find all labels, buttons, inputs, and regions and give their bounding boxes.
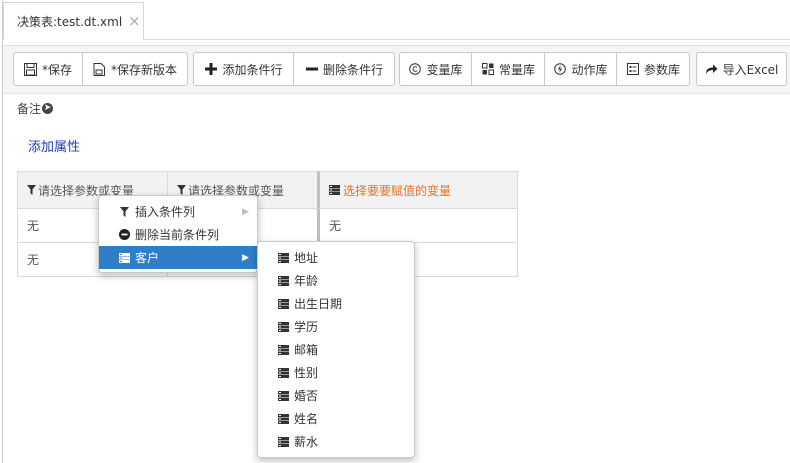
add-condition-row-label: 添加条件行 (222, 62, 283, 77)
database-icon (278, 298, 289, 309)
import-button-group: 导入Excel (696, 52, 787, 86)
submenu-item-label: 年龄 (294, 274, 319, 288)
submenu-item-label: 邮箱 (294, 343, 319, 357)
import-excel-button[interactable]: 导入Excel (696, 52, 787, 86)
save-button[interactable]: *保存 (13, 52, 83, 86)
filter-icon (27, 185, 36, 195)
database-icon (278, 252, 289, 263)
document-save-icon (93, 62, 107, 76)
library-button-group: 变量库 常量库 动作库 参数库 (399, 52, 690, 86)
action-header-label: 选择要要赋值的变量 (343, 183, 452, 198)
variable-lib-button[interactable]: 变量库 (399, 52, 472, 86)
database-icon (278, 321, 289, 332)
parameter-lib-button[interactable]: 参数库 (616, 52, 690, 86)
submenu-item-label: 婚否 (294, 389, 319, 403)
action-header[interactable]: 选择要要赋值的变量 (317, 171, 518, 209)
submenu-item-field[interactable]: 年龄 (258, 269, 414, 292)
submenu-item-label: 地址 (294, 251, 319, 265)
grid-icon (481, 62, 495, 76)
variable-lib-label: 变量库 (426, 62, 463, 77)
plus-icon (204, 62, 218, 76)
submenu-item-label: 出生日期 (294, 297, 343, 311)
copyright-icon (408, 62, 422, 76)
close-icon[interactable]: × (128, 12, 141, 30)
row-button-group: 添加条件行 删除条件行 (193, 52, 395, 86)
menu-item-label: 删除当前条件列 (135, 228, 220, 242)
submenu-item-label: 薪水 (294, 435, 319, 449)
database-icon (278, 344, 289, 355)
bolt-icon (553, 62, 567, 76)
minus-circle-icon (119, 229, 130, 240)
parameter-lib-label: 参数库 (643, 62, 680, 77)
save-new-version-button[interactable]: *保存新版本 (82, 52, 188, 86)
submenu-item-field[interactable]: 姓名 (258, 407, 414, 430)
save-new-version-label: *保存新版本 (110, 62, 177, 77)
menu-item-delete-condition-column[interactable]: 删除当前条件列 (99, 223, 257, 246)
remark-toggle[interactable]: 备注 ➤ (17, 100, 54, 117)
share-arrow-icon (705, 62, 719, 76)
database-icon (278, 413, 289, 424)
submenu-item-field[interactable]: 学历 (258, 315, 414, 338)
submenu-item-field[interactable]: 邮箱 (258, 338, 414, 361)
chevron-right-icon: ▶ (242, 252, 249, 263)
database-icon (278, 275, 289, 286)
remark-label: 备注 (17, 102, 42, 116)
filter-icon (177, 185, 186, 195)
submenu-item-label: 学历 (294, 320, 319, 334)
database-icon (278, 367, 289, 378)
submenu-item-label: 姓名 (294, 412, 319, 426)
list-box-icon (626, 62, 640, 76)
tab-decision-table[interactable]: 决策表:test.dt.xml × (3, 2, 144, 40)
delete-condition-row-button[interactable]: 删除条件行 (293, 52, 395, 86)
tab-title: 决策表:test.dt.xml (17, 14, 123, 29)
submenu-item-field[interactable]: 薪水 (258, 430, 414, 453)
save-label: *保存 (41, 62, 72, 77)
menu-item-label: 插入条件列 (135, 205, 196, 219)
database-icon (329, 185, 340, 195)
delete-condition-row-label: 删除条件行 (322, 62, 383, 77)
menu-item-label: 客户 (135, 251, 160, 265)
save-button-group: *保存 *保存新版本 (13, 52, 188, 86)
add-attribute-link[interactable]: 添加属性 (28, 136, 80, 155)
context-menu: 插入条件列 ▶ 删除当前条件列 客户 ▶ (98, 195, 258, 273)
chevron-right-icon: ▶ (242, 206, 249, 217)
constant-lib-label: 常量库 (498, 62, 535, 77)
import-excel-label: 导入Excel (722, 62, 779, 77)
menu-item-customer[interactable]: 客户 ▶ (99, 246, 257, 269)
submenu-item-field[interactable]: 性别 (258, 361, 414, 384)
minus-icon (305, 62, 319, 76)
database-icon (278, 436, 289, 447)
table-cell[interactable]: 无 (317, 208, 518, 243)
database-icon (278, 390, 289, 401)
action-lib-label: 动作库 (571, 62, 608, 77)
filter-icon (120, 206, 129, 217)
menu-item-insert-condition-column[interactable]: 插入条件列 ▶ (99, 200, 257, 223)
submenu-item-label: 性别 (294, 366, 319, 380)
tab-strip: 决策表:test.dt.xml × (3, 0, 790, 40)
floppy-icon (24, 62, 38, 76)
arrow-right-circle-icon: ➤ (42, 103, 54, 114)
submenu-item-field[interactable]: 出生日期 (258, 292, 414, 315)
add-condition-row-button[interactable]: 添加条件行 (193, 52, 294, 86)
action-lib-button[interactable]: 动作库 (544, 52, 617, 86)
database-icon (119, 252, 130, 263)
submenu-item-field[interactable]: 婚否 (258, 384, 414, 407)
customer-submenu: 地址年龄出生日期学历邮箱性别婚否姓名薪水 (257, 241, 415, 458)
submenu-item-field[interactable]: 地址 (258, 246, 414, 269)
constant-lib-button[interactable]: 常量库 (471, 52, 545, 86)
